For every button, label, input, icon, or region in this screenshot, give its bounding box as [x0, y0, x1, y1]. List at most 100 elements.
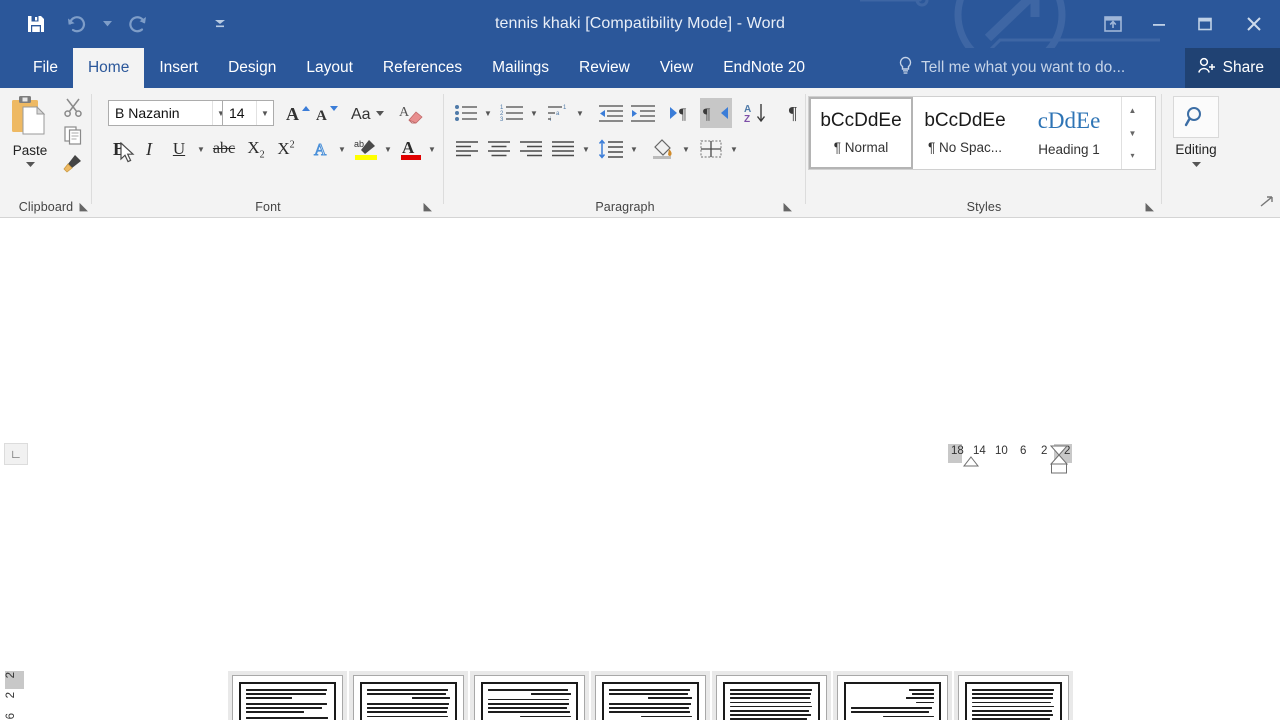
- format-painter-button[interactable]: [60, 150, 86, 176]
- group-label-styles: Styles: [966, 200, 1002, 214]
- bullets-dropdown-button[interactable]: ▼: [480, 100, 496, 126]
- styles-scroll-down-button[interactable]: ▼: [1129, 122, 1137, 145]
- font-size-chevron-down-icon[interactable]: ▼: [256, 101, 273, 125]
- subscript-icon: X2: [247, 137, 265, 161]
- grow-font-button[interactable]: A: [284, 100, 311, 126]
- underline-dropdown-button[interactable]: ▼: [193, 136, 209, 162]
- line-spacing-button[interactable]: [596, 136, 626, 162]
- collapse-ribbon-button[interactable]: [1260, 196, 1274, 211]
- paste-button[interactable]: Paste: [6, 94, 54, 178]
- borders-button[interactable]: [696, 136, 726, 162]
- paragraph-dialog-launcher[interactable]: ◣: [784, 200, 792, 213]
- cut-button[interactable]: [60, 94, 86, 120]
- subscript-button[interactable]: X2: [242, 136, 270, 162]
- tab-references[interactable]: References: [368, 48, 477, 88]
- align-left-button[interactable]: [452, 136, 482, 162]
- undo-button[interactable]: [56, 4, 96, 44]
- tab-mailings[interactable]: Mailings: [477, 48, 564, 88]
- rtl-text-direction-button[interactable]: ¶: [700, 98, 732, 128]
- numbering-button[interactable]: 123: [498, 100, 526, 126]
- tab-design[interactable]: Design: [213, 48, 291, 88]
- page-thumbnail-5[interactable]: 5: [716, 675, 827, 720]
- decrease-indent-button[interactable]: [596, 100, 626, 126]
- numbering-dropdown-button[interactable]: ▼: [526, 100, 542, 126]
- redo-button[interactable]: [118, 4, 158, 44]
- ltr-text-direction-button[interactable]: ¶: [666, 100, 698, 126]
- tab-layout[interactable]: Layout: [291, 48, 368, 88]
- tab-home[interactable]: Home: [72, 48, 145, 88]
- first-line-indent-marker[interactable]: [962, 456, 980, 472]
- text-highlight-button[interactable]: ab: [352, 136, 380, 162]
- customize-quick-access-button[interactable]: [200, 4, 240, 44]
- shading-dropdown-button[interactable]: ▼: [678, 136, 694, 162]
- text-highlight-dropdown-button[interactable]: ▼: [380, 136, 396, 162]
- align-center-button[interactable]: [484, 136, 514, 162]
- styles-scroll-up-button[interactable]: ▲: [1129, 99, 1137, 122]
- tab-endnote[interactable]: EndNote 20: [708, 48, 820, 88]
- font-color-dropdown-button[interactable]: ▼: [424, 136, 440, 162]
- multilevel-list-dropdown-button[interactable]: ▼: [572, 100, 588, 126]
- page-thumbnail-7[interactable]: 7: [958, 675, 1069, 720]
- superscript-button[interactable]: X2: [272, 136, 300, 162]
- tell-me-box[interactable]: Tell me what you want to do...: [898, 48, 1125, 88]
- mouse-cursor: [120, 142, 135, 163]
- save-button[interactable]: [16, 4, 56, 44]
- italic-icon: I: [146, 138, 152, 159]
- justify-dropdown-button[interactable]: ▼: [578, 136, 594, 162]
- tab-insert[interactable]: Insert: [144, 48, 213, 88]
- tab-stop-selector[interactable]: ∟: [4, 443, 28, 465]
- bullets-button[interactable]: [452, 100, 480, 126]
- paste-label: Paste: [12, 143, 48, 158]
- multilevel-list-button[interactable]: 1ai: [544, 100, 572, 126]
- shading-button[interactable]: [648, 136, 678, 162]
- underline-button[interactable]: U: [166, 136, 192, 162]
- font-color-button[interactable]: A: [398, 136, 424, 162]
- style-no-spacing[interactable]: bCcDdEe ¶ No Spac...: [913, 97, 1017, 169]
- superscript-icon: X2: [277, 139, 295, 158]
- show-formatting-marks-button[interactable]: ¶: [780, 100, 806, 126]
- hanging-indent-marker[interactable]: [1049, 443, 1069, 475]
- editing-group-button[interactable]: Editing: [1170, 96, 1222, 168]
- undo-dropdown-button[interactable]: [96, 4, 118, 44]
- vruler-tick-2b: 2: [5, 692, 17, 699]
- share-button[interactable]: Share: [1184, 48, 1280, 88]
- font-name-combo[interactable]: B Nazanin ▼: [108, 100, 230, 126]
- increase-indent-button[interactable]: [628, 100, 658, 126]
- page-thumbnail-2[interactable]: 2: [353, 675, 464, 720]
- change-case-button[interactable]: Aa: [349, 100, 387, 126]
- page-thumbnail-1[interactable]: 1: [232, 675, 343, 720]
- align-right-button[interactable]: [516, 136, 546, 162]
- strikethrough-button[interactable]: abc: [210, 136, 238, 162]
- sort-button[interactable]: AZ: [742, 100, 772, 126]
- style-normal[interactable]: bCcDdEe ¶ Normal: [809, 97, 913, 169]
- tab-stop-icon: ∟: [10, 447, 22, 461]
- style-heading-1[interactable]: cDdEe Heading 1: [1017, 97, 1121, 169]
- page-thumbnail-4[interactable]: 4: [595, 675, 706, 720]
- ribbon-tab-bar: File Home Insert Design Layout Reference…: [0, 48, 1280, 88]
- text-effects-button[interactable]: A: [310, 136, 334, 162]
- ribbon-display-options-button[interactable]: [1090, 4, 1136, 44]
- font-dialog-launcher[interactable]: ◣: [424, 200, 432, 213]
- styles-scrollbar[interactable]: ▲ ▼ ▾: [1121, 97, 1143, 169]
- page-thumbnail-3[interactable]: 3: [474, 675, 585, 720]
- styles-more-button[interactable]: ▾: [1130, 144, 1134, 167]
- shrink-font-button[interactable]: A: [313, 100, 340, 126]
- tab-view[interactable]: View: [645, 48, 708, 88]
- close-button[interactable]: [1228, 4, 1280, 44]
- maximize-button[interactable]: [1182, 4, 1228, 44]
- font-size-combo[interactable]: 14 ▼: [222, 100, 274, 126]
- clear-formatting-button[interactable]: A: [397, 100, 427, 126]
- tab-file[interactable]: File: [18, 48, 73, 88]
- minimize-button[interactable]: [1136, 4, 1182, 44]
- tab-review[interactable]: Review: [564, 48, 645, 88]
- copy-button[interactable]: [60, 122, 86, 148]
- borders-dropdown-button[interactable]: ▼: [726, 136, 742, 162]
- italic-button[interactable]: I: [136, 136, 162, 162]
- styles-dialog-launcher[interactable]: ◣: [1146, 200, 1154, 213]
- page-thumbnail-6[interactable]: 6: [837, 675, 948, 720]
- justify-button[interactable]: [548, 136, 578, 162]
- line-spacing-dropdown-button[interactable]: ▼: [626, 136, 642, 162]
- text-effects-dropdown-button[interactable]: ▼: [334, 136, 350, 162]
- vertical-ruler[interactable]: 2 2 6 10 14 18 22: [5, 671, 24, 720]
- clipboard-dialog-launcher[interactable]: ◣: [80, 200, 88, 213]
